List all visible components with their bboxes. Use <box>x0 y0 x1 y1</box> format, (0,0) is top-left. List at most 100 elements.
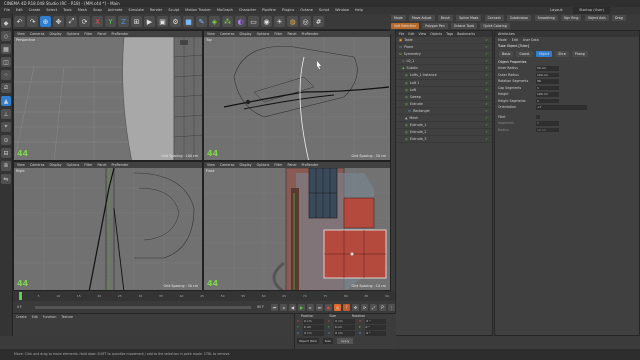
tab-basic[interactable]: Basic <box>499 51 514 57</box>
size-y-field[interactable]: 0 cm <box>333 325 355 330</box>
visible-check-icon[interactable]: ✓ <box>485 80 488 86</box>
object-row[interactable]: ◎ Loft ✓ <box>396 87 492 94</box>
menu-character[interactable]: Character <box>239 7 256 14</box>
tab-smoothing[interactable]: Smoothing <box>534 15 558 21</box>
key-param-icon[interactable]: P <box>379 303 386 311</box>
object-row[interactable]: ◈ Subdiv ✓ <box>396 65 492 73</box>
go-to-end-icon[interactable]: ⏭ <box>316 303 323 311</box>
menu-simulate[interactable]: Simulate <box>128 7 143 14</box>
deformer-icon[interactable]: ◐ <box>235 16 246 27</box>
menu-pipeline[interactable]: Pipeline <box>262 7 276 14</box>
menu-create[interactable]: Create <box>29 7 41 14</box>
key-position-icon[interactable]: ✥ <box>352 303 359 311</box>
key-grid-icon[interactable]: ⋮ <box>388 303 395 311</box>
keyframe-selection-icon[interactable]: ? <box>343 303 350 311</box>
rot-b-field[interactable]: 0 ° <box>365 331 387 336</box>
object-row[interactable]: ◎ Extrude_2 ✓ <box>396 129 492 137</box>
visible-check-icon[interactable]: ✓ <box>485 136 488 142</box>
locked-workplane-icon[interactable]: ⊟ <box>1 148 11 158</box>
mat-menu-create[interactable]: Create <box>16 314 27 320</box>
grid-icon[interactable]: # <box>313 16 324 27</box>
go-to-start-icon[interactable]: ⏮ <box>271 303 278 311</box>
object-row[interactable]: ◎ Extrude ✓ <box>396 101 492 108</box>
om-menu-bookmarks[interactable]: Bookmarks <box>457 31 475 37</box>
object-row[interactable]: ▲ Mesh ✓ <box>396 115 492 123</box>
field-input[interactable]: 50 cm <box>536 66 559 71</box>
menu-motion-tracker[interactable]: Motion Tracker <box>185 7 211 14</box>
polygons-mode-icon[interactable]: ▲ <box>1 96 11 106</box>
om-menu-tags[interactable]: Tags <box>446 31 453 37</box>
tab-polygon-pen[interactable]: Polygon Pen <box>422 23 448 29</box>
viewport-right[interactable]: View Cameras Display Options Filter Pane… <box>13 161 203 291</box>
visible-check-icon[interactable]: ✓ <box>485 72 488 78</box>
texture-mode-icon[interactable]: ▦ <box>1 44 11 54</box>
om-menu-view[interactable]: View <box>419 31 427 37</box>
planar-workplane-icon[interactable]: ⧈ <box>1 161 11 171</box>
viewport-top[interactable]: View Cameras Display Options Filter Pane… <box>203 30 391 161</box>
render-settings-icon[interactable]: ⚙ <box>170 16 181 27</box>
visible-check-icon[interactable]: ✓ <box>485 129 488 135</box>
tab-mode[interactable]: Mode <box>391 15 406 21</box>
camera-icon[interactable]: ◉ <box>261 16 272 27</box>
viewport-perspective[interactable]: View Cameras Display Options Filter Pane… <box>13 30 203 161</box>
y-axis-icon[interactable]: Y <box>105 16 116 27</box>
object-row[interactable]: ◎ Extrude_3 ✓ <box>396 136 492 144</box>
coord-size-select[interactable]: Size <box>322 338 333 344</box>
tab-coord[interactable]: Coord. <box>516 51 533 57</box>
floor-icon[interactable]: ▭ <box>248 16 259 27</box>
menu-window[interactable]: Window <box>335 7 349 14</box>
coord-mode-select[interactable]: Object (Rel) <box>297 338 319 344</box>
visible-check-icon[interactable]: ✓ <box>485 122 488 128</box>
fillet-checkbox[interactable] <box>536 114 540 119</box>
scale-icon[interactable]: ⤢ <box>66 16 77 27</box>
object-row[interactable]: ⇋ Symmetry ✓ <box>396 51 492 59</box>
tab-kgn-ring[interactable]: Kgn Ring <box>561 15 582 21</box>
visible-check-icon[interactable]: ✓ <box>485 51 488 57</box>
object-row[interactable]: ◎ Lofts_1 Instance ✓ <box>396 72 492 80</box>
visible-check-icon[interactable]: ✓ <box>485 65 488 71</box>
pos-z-field[interactable]: 0 cm <box>303 331 325 336</box>
subdivision-icon[interactable]: ◈ <box>209 16 220 27</box>
undo-icon[interactable]: ↶ <box>14 16 25 27</box>
object-row[interactable]: ◎ Extrude_1 ✓ <box>396 122 492 130</box>
redo-icon[interactable]: ↷ <box>27 16 38 27</box>
field-input[interactable]: 100 cm <box>536 92 559 97</box>
key-scale-icon[interactable]: ⤢ <box>370 303 377 311</box>
next-key-icon[interactable]: ▸ <box>307 303 314 311</box>
tab-subdivision[interactable]: Subdivision <box>507 15 532 21</box>
menu-file[interactable]: File <box>4 7 10 14</box>
size-z-field[interactable]: 0 cm <box>334 331 356 336</box>
menu-tools[interactable]: Tools <box>63 7 72 14</box>
edges-mode-icon[interactable]: ⧄ <box>1 83 11 93</box>
om-menu-objects[interactable]: Objects <box>430 31 442 37</box>
field-input[interactable]: 1 <box>536 85 559 90</box>
menu-sculpt[interactable]: Sculpt <box>168 7 179 14</box>
rot-p-field[interactable]: 0 ° <box>364 325 386 330</box>
object-row[interactable]: ▭ Rectangle ✓ <box>396 108 492 116</box>
move-icon[interactable]: ✥ <box>53 16 64 27</box>
array-icon[interactable]: ⁂ <box>222 16 233 27</box>
field-input[interactable]: 100 cm <box>536 72 559 77</box>
visible-check-icon[interactable]: ✓ <box>485 101 488 107</box>
key-rotation-icon[interactable]: ⟳ <box>361 303 368 311</box>
tab-move-adjust[interactable]: Move Adjust <box>408 15 435 21</box>
field-input[interactable]: 10 cm <box>536 127 559 132</box>
visible-check-icon[interactable]: ✓ <box>485 44 488 50</box>
tab-soft-selection[interactable]: Soft Selection <box>391 23 419 29</box>
tab-drag[interactable]: Drag <box>611 15 626 21</box>
visible-check-icon[interactable]: ✓ <box>485 115 488 121</box>
orientation-select[interactable]: +Y <box>536 105 587 110</box>
frame-end-field[interactable]: 90 F <box>257 305 269 309</box>
make-editable-icon[interactable]: ◆ <box>1 18 11 28</box>
sculpt-icon[interactable]: ◎ <box>300 16 311 27</box>
pen-icon[interactable]: ✎ <box>196 16 207 27</box>
tab-octane-tools[interactable]: Octane Tools <box>450 23 478 29</box>
tab-connect[interactable]: Connect <box>484 15 504 21</box>
menu-select[interactable]: Select <box>46 7 57 14</box>
object-row[interactable]: ▣ Table ✓ <box>396 37 492 45</box>
object-row[interactable]: ◎ Sweep ✓ <box>396 94 492 101</box>
rotate-icon[interactable]: ⟳ <box>79 16 90 27</box>
visible-check-icon[interactable]: ✓ <box>485 37 488 43</box>
render-picture-viewer-icon[interactable]: ▣ <box>157 16 168 27</box>
enable-axis-icon[interactable]: ⊥ <box>1 109 11 119</box>
